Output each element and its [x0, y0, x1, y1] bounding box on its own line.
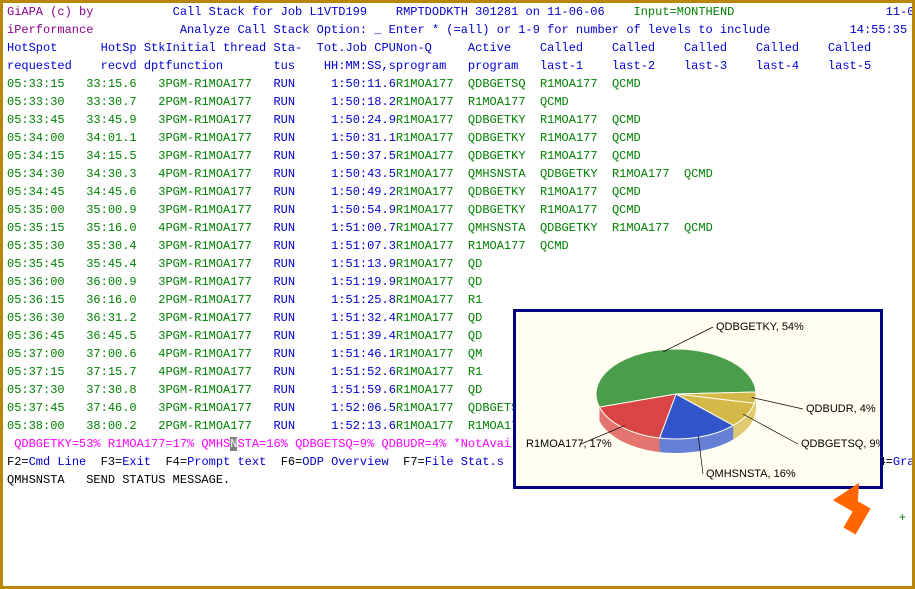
table-row[interactable]: 05:34:45 34:45.6 3PGM-R1MOA177 RUN 1:50:…	[3, 183, 912, 201]
table-row[interactable]: 05:36:15 36:16.0 2PGM-R1MOA177 RUN 1:51:…	[3, 291, 912, 309]
input-label: Input=	[634, 5, 677, 19]
f2-key[interactable]: F2=	[7, 455, 29, 469]
f3-label[interactable]: Exit	[122, 455, 151, 469]
pie-label: QDBGETKY, 54%	[716, 321, 804, 333]
terminal-screen: GiAPA (c) by Call Stack for Job L1VTD199…	[0, 0, 915, 589]
table-row[interactable]: 05:35:00 35:00.9 3PGM-R1MOA177 RUN 1:50:…	[3, 201, 912, 219]
input-value: MONTHEND	[677, 5, 735, 19]
header-line-2: iPerformance Analyze Call Stack Option: …	[3, 21, 912, 39]
pie-chart: QDBGETKY, 54% QDBUDR, 4% QDBGETSQ, 9% QMHSN…	[516, 312, 880, 486]
f14-label[interactable]: Graph	[893, 455, 915, 469]
summary-pre: QDBGETKY=53% R1MOA177=17% QMHS	[14, 437, 230, 451]
pie-chart-popup: QDBGETKY, 54% QDBUDR, 4% QDBGETSQ, 9% QMHSN…	[513, 309, 883, 489]
f2-label[interactable]: Cmd Line	[29, 455, 87, 469]
time-display: 14:55:35	[850, 23, 908, 37]
summary-post: STA=16% QDBGETSQ=9% QDBUDR=4% *NotAvail=…	[237, 437, 539, 451]
f6-label[interactable]: ODP Overview	[302, 455, 388, 469]
more-indicator: +	[899, 509, 906, 527]
f7-key[interactable]: F7=	[403, 455, 425, 469]
table-row[interactable]: 05:35:45 35:45.4 3PGM-R1MOA177 RUN 1:51:…	[3, 255, 912, 273]
f4-label[interactable]: Prompt text	[187, 455, 266, 469]
column-header-2: requested recvd dptfunction tus HH:MM:SS…	[3, 57, 912, 75]
pie-label: R1MOA177, 17%	[526, 438, 612, 450]
f7-label[interactable]: File Stat.s	[425, 455, 504, 469]
header-line-1: GiAPA (c) by Call Stack for Job L1VTD199…	[3, 3, 912, 21]
app-name: GiAPA (c) by	[7, 5, 93, 19]
table-row[interactable]: 05:33:30 33:30.7 2PGM-R1MOA177 RUN 1:50:…	[3, 93, 912, 111]
table-row[interactable]: 05:34:00 34:01.1 3PGM-R1MOA177 RUN 1:50:…	[3, 129, 912, 147]
f3-key[interactable]: F3=	[101, 455, 123, 469]
date-display: 11-07-15	[886, 5, 915, 19]
option-text[interactable]: Analyze Call Stack Option: _ Enter * (=a…	[180, 23, 771, 37]
app-sub: iPerformance	[7, 23, 93, 37]
table-row[interactable]: 05:34:30 34:30.3 4PGM-R1MOA177 RUN 1:50:…	[3, 165, 912, 183]
pie-label: QMHSNSTA, 16%	[706, 468, 796, 480]
table-row[interactable]: 05:36:00 36:00.9 3PGM-R1MOA177 RUN 1:51:…	[3, 273, 912, 291]
f6-key[interactable]: F6=	[281, 455, 303, 469]
column-header-1: HotSpot HotSp StkInitial thread Sta- Tot…	[3, 39, 912, 57]
job-title: Call Stack for Job L1VTD199 RMPTDODKTH 3…	[173, 5, 605, 19]
table-row[interactable]: 05:33:45 33:45.9 3PGM-R1MOA177 RUN 1:50:…	[3, 111, 912, 129]
pie-label: QDBGETSQ, 9%	[801, 438, 880, 450]
table-row[interactable]: 05:35:15 35:16.0 4PGM-R1MOA177 RUN 1:51:…	[3, 219, 912, 237]
f4-key[interactable]: F4=	[165, 455, 187, 469]
table-row[interactable]: 05:34:15 34:15.5 3PGM-R1MOA177 RUN 1:50:…	[3, 147, 912, 165]
table-row[interactable]: 05:35:30 35:30.4 3PGM-R1MOA177 RUN 1:51:…	[3, 237, 912, 255]
table-row[interactable]: 05:33:15 33:15.6 3PGM-R1MOA177 RUN 1:50:…	[3, 75, 912, 93]
pie-label: QDBUDR, 4%	[806, 403, 876, 415]
